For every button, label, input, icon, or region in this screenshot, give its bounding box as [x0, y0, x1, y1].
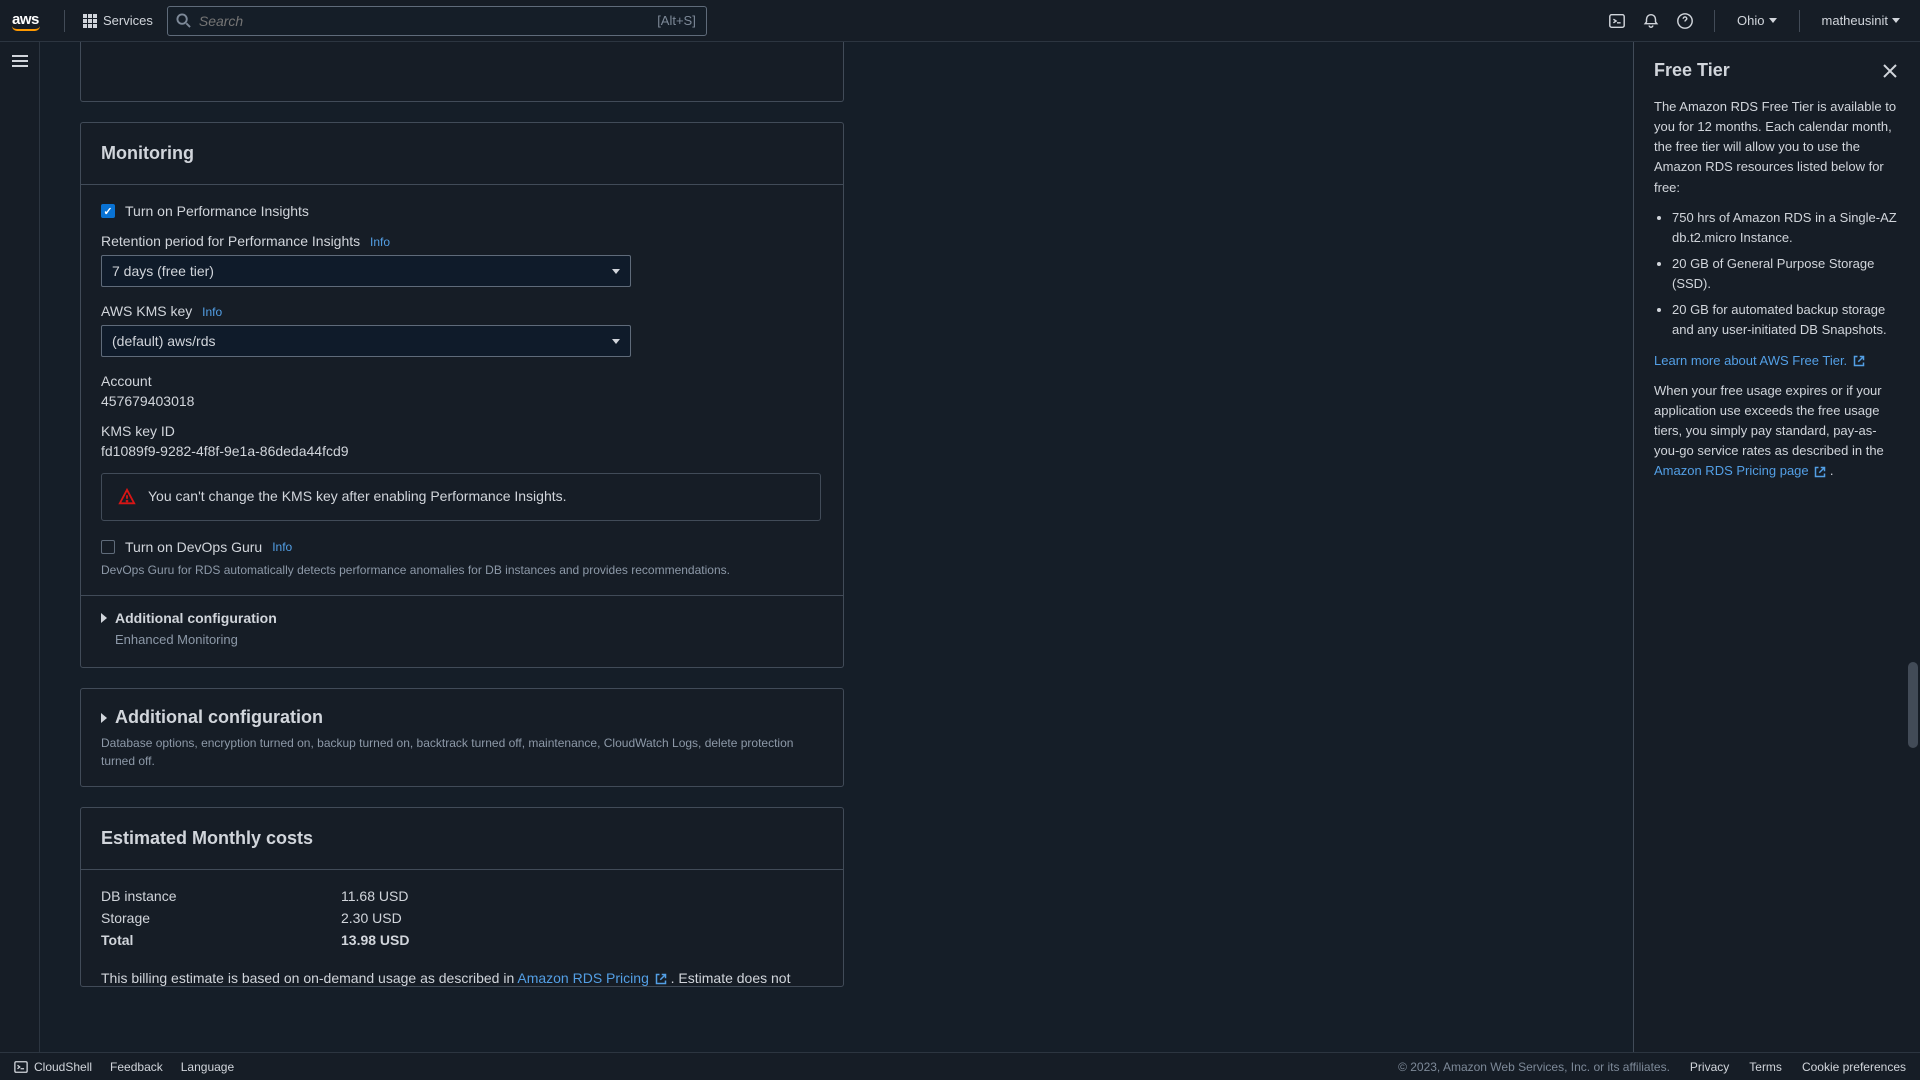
kms-id-value: fd1089f9-9282-4f8f-9e1a-86deda44fcd9	[101, 443, 823, 459]
caret-down-icon	[612, 269, 620, 274]
cost-value: 2.30 USD	[341, 910, 402, 926]
warning-icon	[118, 488, 136, 506]
free-tier-item: 750 hrs of Amazon RDS in a Single-AZ db.…	[1672, 208, 1900, 248]
cost-label: Storage	[101, 910, 341, 926]
divider	[64, 10, 65, 32]
region-label: Ohio	[1737, 13, 1764, 28]
kms-warning-alert: You can't change the KMS key after enabl…	[101, 473, 821, 521]
free-tier-item: 20 GB of General Purpose Storage (SSD).	[1672, 254, 1900, 294]
additional-config-title[interactable]: Additional configuration	[115, 707, 323, 728]
main-content: Monitoring Turn on Performance Insights …	[40, 42, 1630, 1052]
devops-desc: DevOps Guru for RDS automatically detect…	[101, 561, 823, 579]
pricing-page-link[interactable]: Amazon RDS Pricing page	[1654, 463, 1830, 478]
retention-info-link[interactable]: Info	[370, 235, 390, 249]
kms-label: AWS KMS key	[101, 303, 192, 319]
cost-label: DB instance	[101, 888, 341, 904]
enhanced-monitoring-sub: Enhanced Monitoring	[115, 632, 823, 647]
cloudshell-icon[interactable]	[1602, 6, 1632, 36]
cost-row-total: Total 13.98 USD	[101, 932, 823, 948]
free-tier-title: Free Tier	[1654, 60, 1730, 81]
cost-label: Total	[101, 932, 341, 948]
retention-value: 7 days (free tier)	[112, 263, 612, 279]
free-tier-item: 20 GB for automated backup storage and a…	[1672, 300, 1900, 340]
monitoring-header: Monitoring	[81, 123, 843, 185]
perf-insights-checkbox[interactable]	[101, 204, 115, 218]
close-button[interactable]	[1880, 61, 1900, 81]
additional-config-toggle[interactable]: Additional configuration	[101, 610, 823, 626]
free-tier-p1: The Amazon RDS Free Tier is available to…	[1654, 97, 1900, 198]
devops-info-link[interactable]: Info	[272, 540, 292, 554]
devops-guru-checkbox[interactable]	[101, 540, 115, 554]
cloudshell-icon	[14, 1060, 28, 1074]
help-icon[interactable]	[1670, 6, 1700, 36]
grid-icon	[83, 14, 97, 28]
costs-header: Estimated Monthly costs	[81, 808, 843, 870]
search-hint: [Alt+S]	[657, 13, 696, 28]
account-label: Account	[101, 373, 823, 389]
triangle-right-icon	[101, 713, 107, 723]
notifications-icon[interactable]	[1636, 6, 1666, 36]
cost-row: DB instance 11.68 USD	[101, 888, 823, 904]
triangle-right-icon	[101, 613, 107, 623]
scrollbar-thumb[interactable]	[1908, 662, 1918, 748]
additional-config-label: Additional configuration	[115, 610, 277, 626]
kms-select[interactable]: (default) aws/rds	[101, 325, 631, 357]
privacy-link[interactable]: Privacy	[1690, 1060, 1729, 1074]
kms-info-link[interactable]: Info	[202, 305, 222, 319]
account-menu[interactable]: matheusinit	[1814, 9, 1908, 32]
free-tier-panel: Free Tier The Amazon RDS Free Tier is av…	[1633, 42, 1920, 1052]
search-input[interactable]	[199, 13, 657, 29]
top-nav: aws Services [Alt+S] Ohio matheusinit	[0, 0, 1920, 42]
cost-value: 13.98 USD	[341, 932, 409, 948]
aws-logo[interactable]: aws	[12, 11, 40, 31]
additional-config-subtitle: Database options, encryption turned on, …	[101, 734, 823, 770]
scrollbar[interactable]	[1906, 42, 1920, 1052]
language-button[interactable]: Language	[181, 1060, 234, 1074]
monitoring-card: Monitoring Turn on Performance Insights …	[80, 122, 844, 668]
kms-value: (default) aws/rds	[112, 333, 612, 349]
cost-value: 11.68 USD	[341, 888, 408, 904]
previous-section-stub	[80, 42, 844, 102]
costs-card: Estimated Monthly costs DB instance 11.6…	[80, 807, 844, 987]
external-link-icon	[655, 973, 667, 985]
free-tier-p2: When your free usage expires or if your …	[1654, 381, 1900, 482]
monitoring-title: Monitoring	[101, 143, 823, 164]
cloudshell-button[interactable]: CloudShell	[14, 1060, 92, 1074]
perf-insights-label: Turn on Performance Insights	[125, 203, 309, 219]
costs-footnote: This billing estimate is based on on-dem…	[81, 964, 843, 986]
rds-pricing-link[interactable]: Amazon RDS Pricing	[517, 970, 670, 986]
caret-down-icon	[612, 339, 620, 344]
terms-link[interactable]: Terms	[1749, 1060, 1782, 1074]
left-rail	[0, 42, 40, 1052]
feedback-button[interactable]: Feedback	[110, 1060, 163, 1074]
additional-config-card: Additional configuration Database option…	[80, 688, 844, 787]
region-selector[interactable]: Ohio	[1729, 9, 1784, 32]
retention-label: Retention period for Performance Insight…	[101, 233, 360, 249]
caret-down-icon	[1769, 18, 1777, 23]
cost-row: Storage 2.30 USD	[101, 910, 823, 926]
retention-select[interactable]: 7 days (free tier)	[101, 255, 631, 287]
copyright: © 2023, Amazon Web Services, Inc. or its…	[1398, 1060, 1670, 1074]
cookie-prefs-link[interactable]: Cookie preferences	[1802, 1060, 1906, 1074]
divider	[1714, 10, 1715, 32]
alert-text: You can't change the KMS key after enabl…	[148, 488, 567, 504]
services-label: Services	[103, 13, 153, 28]
caret-down-icon	[1892, 18, 1900, 23]
external-link-icon	[1853, 355, 1865, 367]
external-link-icon	[1814, 466, 1826, 478]
free-tier-list: 750 hrs of Amazon RDS in a Single-AZ db.…	[1654, 208, 1900, 341]
account-value: 457679403018	[101, 393, 823, 409]
bottom-bar: CloudShell Feedback Language © 2023, Ama…	[0, 1052, 1920, 1080]
close-icon	[1883, 64, 1897, 78]
divider	[1799, 10, 1800, 32]
learn-more-link[interactable]: Learn more about AWS Free Tier.	[1654, 353, 1865, 368]
services-button[interactable]: Services	[75, 9, 161, 32]
search-icon	[176, 13, 191, 28]
search-box[interactable]: [Alt+S]	[167, 6, 707, 36]
devops-guru-label: Turn on DevOps Guru	[125, 539, 262, 555]
kms-id-label: KMS key ID	[101, 423, 823, 439]
account-label: matheusinit	[1822, 13, 1888, 28]
hamburger-button[interactable]	[12, 52, 28, 1052]
costs-title: Estimated Monthly costs	[101, 828, 823, 849]
